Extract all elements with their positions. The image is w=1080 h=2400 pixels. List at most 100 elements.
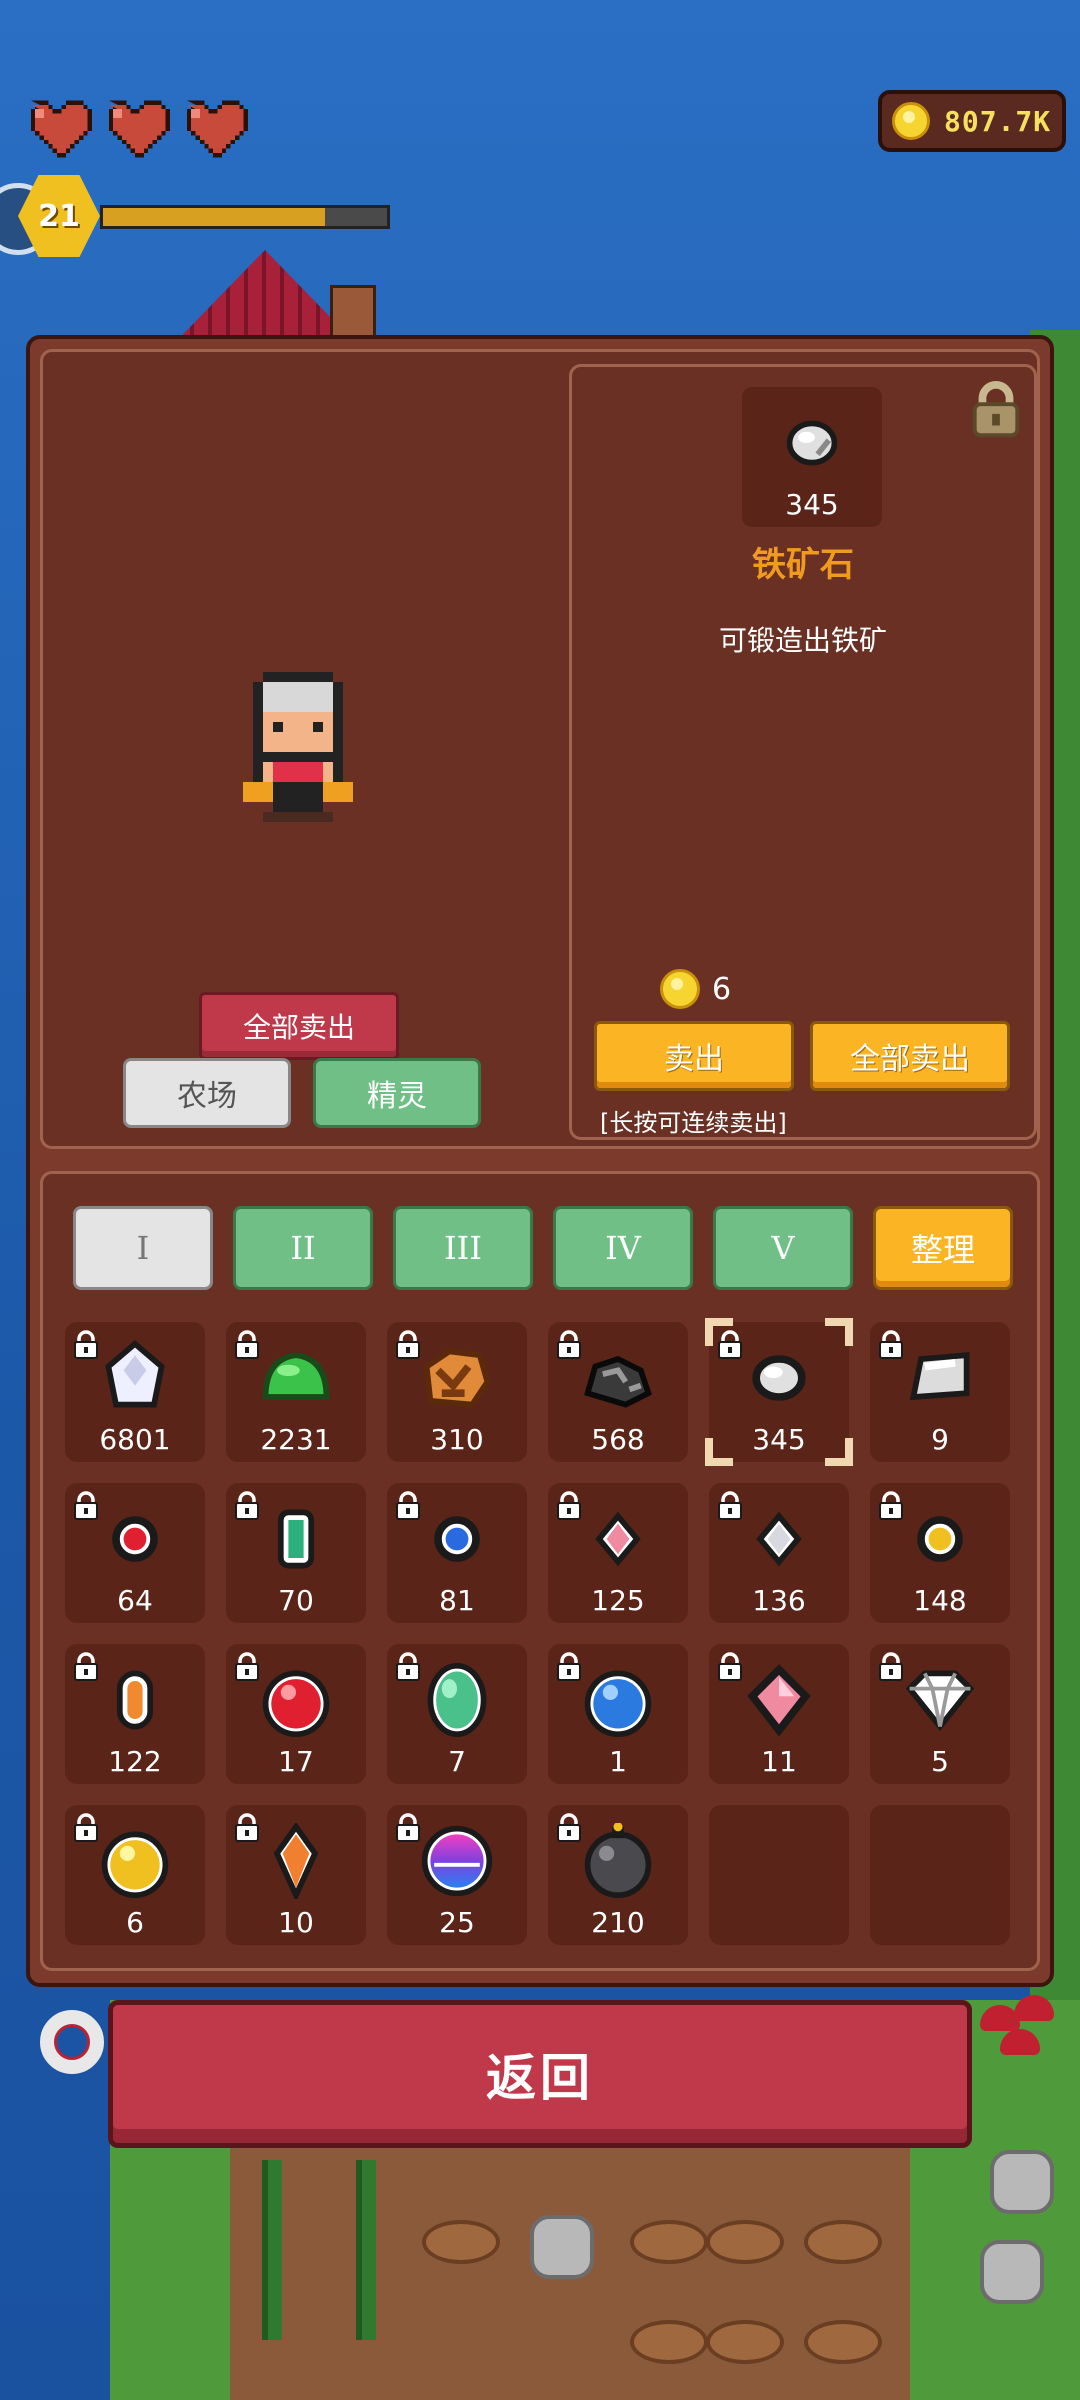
crop-plant [356,2160,376,2340]
sell-hint: [长按可连续卖出] [600,1109,787,1137]
detail-count: 345 [785,488,839,521]
inventory-slot[interactable]: 25 [387,1805,527,1945]
soil-hole [630,2320,708,2364]
inventory-slot[interactable]: 9 [870,1322,1010,1462]
diamond-icon [902,1662,978,1738]
health-hearts [22,100,248,162]
lock-icon [556,1491,582,1521]
lock-icon [717,1652,743,1682]
lock-icon [234,1491,260,1521]
inventory-slot[interactable]: 70 [226,1483,366,1623]
lock-icon [395,1813,421,1843]
item-count: 6 [126,1906,144,1939]
silver-ingot-icon [902,1340,978,1416]
inventory-slot-empty[interactable] [870,1805,1010,1945]
sell-all-button[interactable]: 全部卖出 [199,992,399,1060]
inventory-grid: 6801 2231 310 568 345 9 64 70 81 125 136 148 122 17 7 1… [65,1318,1025,1952]
bomb-icon [580,1822,656,1899]
item-count: 5 [931,1745,949,1778]
item-count: 148 [913,1584,967,1617]
sort-button[interactable]: 整理 [873,1206,1013,1290]
coal-icon [580,1340,656,1416]
red-gem-small-icon [97,1501,173,1577]
sell-all-item-button[interactable]: 全部卖出 [810,1021,1010,1091]
heart-icon [22,100,92,162]
rock-icon [980,2240,1044,2304]
inventory-slot[interactable]: 64 [65,1483,205,1623]
lock-icon [73,1652,99,1682]
level-display: 21 [0,175,400,265]
category-tab-1[interactable]: I [73,1206,213,1290]
selection-corner [825,1438,853,1466]
white-gem-small-icon [741,1501,817,1577]
category-tab-4[interactable]: IV [553,1206,693,1290]
inventory-slot[interactable]: 310 [387,1322,527,1462]
inventory-slot[interactable]: 5 [870,1644,1010,1784]
yellow-gem-small-icon [902,1501,978,1577]
inventory-slot[interactable]: 6801 [65,1322,205,1462]
lock-icon [395,1330,421,1360]
green-gem-small-icon [258,1501,334,1577]
item-count: 17 [278,1745,314,1778]
inventory-slot[interactable]: 125 [548,1483,688,1623]
item-count: 6801 [99,1423,171,1456]
coin-counter[interactable]: 807.7K [878,90,1066,152]
item-count: 25 [439,1906,475,1939]
price-value: 6 [712,971,732,1007]
item-count: 210 [591,1906,645,1939]
inventory-slot[interactable]: 17 [226,1644,366,1784]
rock-icon [990,2150,1054,2214]
coin-amount: 807.7K [944,104,1052,138]
inventory-slot[interactable]: 210 [548,1805,688,1945]
lock-icon [234,1330,260,1360]
soil-hole [804,2220,882,2264]
item-count: 64 [117,1584,153,1617]
lock-icon [556,1330,582,1360]
mushroom-icon [980,1995,1060,2065]
sell-button[interactable]: 卖出 [594,1021,794,1091]
inventory-slot[interactable]: 6 [65,1805,205,1945]
item-count: 1 [609,1745,627,1778]
inventory-slot[interactable]: 11 [709,1644,849,1784]
lock-icon [73,1813,99,1843]
tab-farm[interactable]: 农场 [123,1058,291,1128]
pink-gem-small-icon [580,1501,656,1577]
category-tab-5[interactable]: V [713,1206,853,1290]
inventory-slot[interactable]: 122 [65,1644,205,1784]
inventory-panel: 全部卖出 农场 精灵 345 铁矿石 可锻造出铁矿 6 卖出 全部卖出 [长按可… [26,335,1054,1987]
inventory-slot[interactable]: 568 [548,1322,688,1462]
coin-icon [892,102,930,140]
ruby-icon [258,1662,334,1738]
inventory-slot[interactable]: 10 [226,1805,366,1945]
inventory-slot[interactable]: 81 [387,1483,527,1623]
lock-icon[interactable] [970,381,1022,439]
inventory-slot[interactable]: 2231 [226,1322,366,1462]
lock-icon [73,1330,99,1360]
inventory-slot-empty[interactable] [709,1805,849,1945]
tab-elf[interactable]: 精灵 [313,1058,481,1128]
item-count: 9 [931,1423,949,1456]
category-tab-2[interactable]: II [233,1206,373,1290]
character-sprite [243,672,353,822]
return-button[interactable]: 返回 [108,2000,972,2148]
house-chimney [330,285,376,341]
iron-ore-icon [741,1340,817,1416]
inventory-section: I II III IV V 整理 6801 2231 310 568 345 9 64 70 8… [40,1171,1040,1971]
crop-plant [262,2160,282,2340]
item-count: 70 [278,1584,314,1617]
inventory-slot[interactable]: 1 [548,1644,688,1784]
topaz-icon [97,1823,173,1899]
selection-corner [705,1318,733,1346]
copper-ore-icon [419,1340,495,1416]
item-count: 81 [439,1584,475,1617]
inventory-slot[interactable]: 345 [705,1318,853,1466]
rainbow-orb-icon [419,1823,495,1899]
inventory-slot[interactable]: 136 [709,1483,849,1623]
rock-icon [530,2215,594,2279]
inventory-slot[interactable]: 148 [870,1483,1010,1623]
soil-hole [706,2320,784,2364]
inventory-slot[interactable]: 7 [387,1644,527,1784]
item-count: 122 [108,1745,162,1778]
category-tab-3[interactable]: III [393,1206,533,1290]
detail-item-slot: 345 [742,387,882,527]
